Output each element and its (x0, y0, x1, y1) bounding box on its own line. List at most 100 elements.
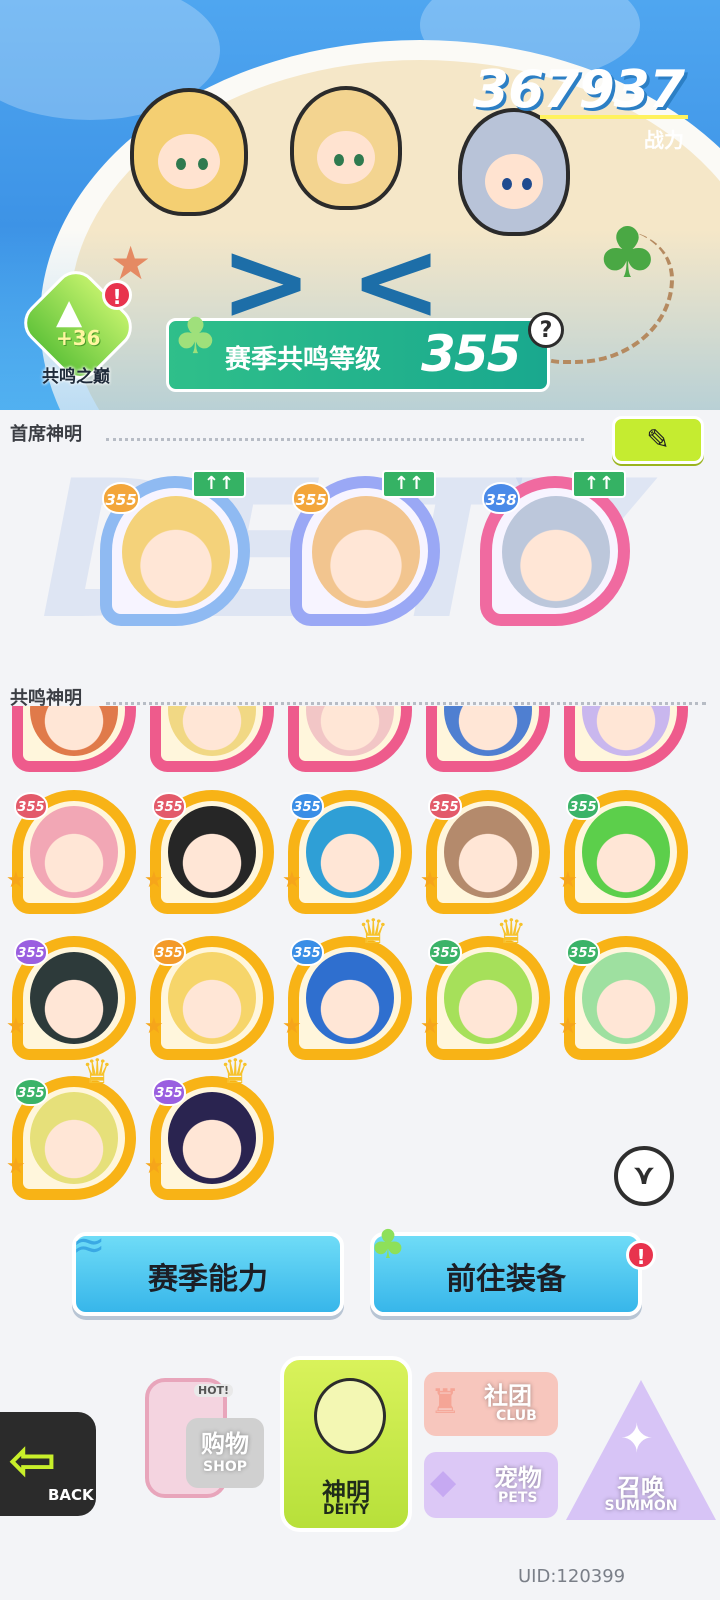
go-equip-button[interactable]: ♣ 前往装备 (370, 1222, 642, 1316)
star-icon: ★ (558, 1014, 578, 1039)
star-icon: ★ (558, 868, 578, 893)
back-label: BACK (48, 1486, 94, 1504)
shop-label-bg: 购物 SHOP (186, 1418, 264, 1488)
resonance-deity-card[interactable]: 355 ★ (420, 790, 554, 920)
level-badge: 355 (152, 792, 186, 820)
pets-label-en: PETS (498, 1490, 538, 1506)
level-badge: 355 (428, 792, 462, 820)
deity-portrait (306, 952, 394, 1044)
resonance-deity-card[interactable]: 355 ★ ♛ (6, 1052, 140, 1206)
banner-character-1[interactable] (130, 88, 248, 216)
level-badge: 355 (14, 1078, 48, 1106)
star-icon: ★ (282, 1014, 302, 1039)
bag-icon: ♜ (430, 1382, 461, 1422)
resonance-deity-card[interactable]: 355 (426, 706, 554, 778)
resonance-grid: 355355355355355355★355★355★355★355★355★3… (0, 706, 720, 1226)
resonance-deity-card[interactable]: 355 ★ ♛ (282, 912, 416, 1066)
resonance-deity-card[interactable]: 355 ★ ♛ (144, 1052, 278, 1206)
star-icon: ★ (144, 1154, 164, 1179)
peak-label: 共鸣之巅 (42, 367, 110, 387)
level-badge: 355 (566, 938, 600, 966)
peak-alert-badge: ! (102, 280, 132, 310)
combat-power-label: 战力 (644, 128, 684, 152)
help-button[interactable]: ? (528, 312, 564, 348)
pets-label: 宠物 (494, 1464, 542, 1492)
deity-label-en: DEITY (322, 1502, 370, 1518)
go-equip-label: 前往装备 (446, 1262, 566, 1297)
season-resonance-level-bar[interactable]: ♣ 赛季共鸣等级 355 (166, 307, 550, 392)
season-level-label: 赛季共鸣等级 (225, 345, 382, 375)
deity-portrait (312, 496, 420, 608)
deity-portrait (30, 806, 118, 898)
level-badge: 355 (428, 938, 462, 966)
banner-character-3[interactable] (458, 108, 570, 236)
resonance-deity-card[interactable]: 355 (564, 706, 692, 778)
deity-tab-icon: 神明 DEITY (280, 1356, 412, 1532)
star-icon: ★ (144, 868, 164, 893)
star-icon: ★ (6, 1014, 26, 1039)
sparkle-icon: ✦ (620, 1416, 654, 1462)
deity-portrait (502, 496, 610, 608)
upgrade-arrows-icon: ↑↑ (572, 470, 626, 498)
fish-icon: ◆ (430, 1462, 457, 1502)
section-divider (106, 702, 706, 705)
nav-summon[interactable]: ✦ 召唤 SUMMON (566, 1380, 716, 1530)
deity-portrait (30, 952, 118, 1044)
shop-label-en: SHOP (203, 1459, 247, 1475)
shop-label: 购物 (201, 1430, 249, 1458)
level-badge: 355 (152, 1078, 186, 1106)
nav-shop[interactable]: HOT! 购物 SHOP (106, 1378, 266, 1498)
crown-icon: ♛ (496, 912, 527, 952)
lead-deity-card[interactable]: 355 ↑↑ (290, 470, 450, 636)
resonance-deity-card[interactable]: 355 ★ ♛ (420, 912, 554, 1066)
resonance-deity-card[interactable]: 355 ★ (144, 790, 278, 920)
level-badge: 355 (290, 938, 324, 966)
deity-portrait (168, 806, 256, 898)
banner-character-2[interactable] (290, 86, 402, 210)
resonance-deity-card[interactable]: 355 (12, 706, 140, 778)
resonance-deity-card[interactable]: 355 ★ (282, 790, 416, 920)
resonance-deity-card[interactable]: 355 ★ (6, 936, 140, 1066)
season-ability-label: 赛季能力 (148, 1262, 268, 1297)
resonance-deity-card[interactable]: 355 ★ (6, 790, 140, 920)
resonance-deity-card[interactable]: 355 ★ (558, 936, 692, 1066)
level-badge: 358 (482, 482, 520, 514)
resonance-deity-card[interactable]: 355 (288, 706, 416, 778)
crown-icon: ♛ (82, 1052, 113, 1092)
resonance-deity-card[interactable]: 355 ★ (558, 790, 692, 920)
crown-icon: ♛ (220, 1052, 251, 1092)
filter-button[interactable]: ⋎ (614, 1146, 674, 1206)
level-badge: 355 (566, 792, 600, 820)
level-badge: 355 (292, 482, 330, 514)
nav-pets[interactable]: ◆ 宠物 PETS (424, 1452, 558, 1522)
palm-leaf-icon: ♣ (173, 307, 218, 365)
deity-portrait (582, 806, 670, 898)
filter-icon: ⋎ (632, 1158, 656, 1191)
season-ability-button[interactable]: ≈ 赛季能力 (72, 1222, 344, 1316)
star-icon: ★ (282, 868, 302, 893)
back-button[interactable]: ⇦ BACK (0, 1412, 96, 1516)
deity-portrait (30, 1092, 118, 1184)
level-badge: 355 (14, 792, 48, 820)
pencil-icon: ✎ (646, 423, 670, 456)
deity-portrait (122, 496, 230, 608)
star-icon: ★ (6, 1154, 26, 1179)
deity-portrait (444, 806, 532, 898)
combat-power-underline (540, 115, 688, 119)
arrow-left-icon: ⇦ (8, 1426, 57, 1494)
star-icon: ★ (144, 1014, 164, 1039)
lead-deity-card[interactable]: 355 ↑↑ (100, 470, 260, 636)
combat-power-value: 367937 (472, 60, 685, 120)
nav-deity[interactable]: 神明 DEITY (276, 1356, 416, 1532)
resonance-deity-card[interactable]: 355 (150, 706, 278, 778)
lead-deity-card[interactable]: 358 ↑↑ (480, 470, 640, 636)
deity-portrait (306, 806, 394, 898)
level-badge: 355 (290, 792, 324, 820)
resonance-deity-card[interactable]: 355 ★ (144, 936, 278, 1066)
summon-label-en: SUMMON (604, 1498, 678, 1514)
club-label: 社团 (484, 1382, 532, 1410)
deity-portrait (444, 952, 532, 1044)
nav-club[interactable]: ♜ 社团 CLUB (424, 1372, 558, 1442)
deity-portrait (168, 952, 256, 1044)
upgrade-arrows-icon: ↑↑ (382, 470, 436, 498)
